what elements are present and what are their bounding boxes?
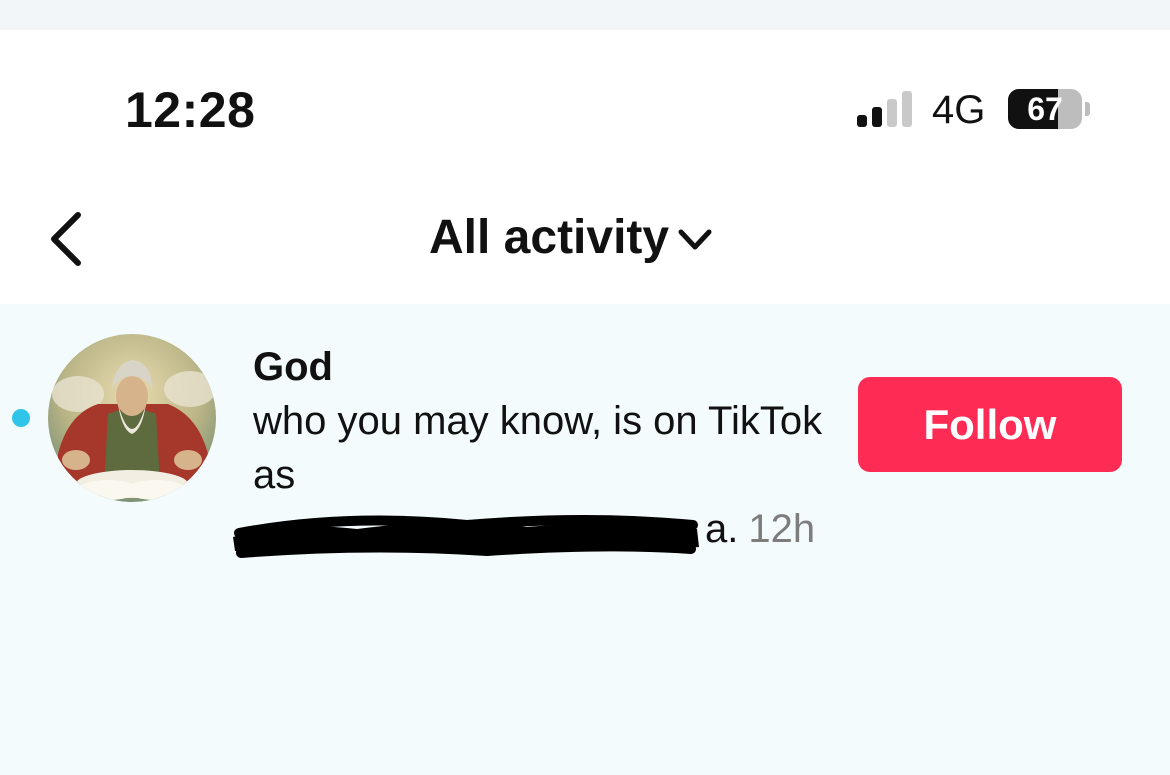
follow-button[interactable]: Follow <box>858 377 1122 472</box>
activity-handle-line: a. 12h <box>233 502 843 559</box>
avatar-painting-image <box>48 334 216 502</box>
activity-screen: 12:28 4G 67 All activity God who you may… <box>0 0 1170 775</box>
network-type: 4G <box>932 88 986 132</box>
cellular-signal-icon <box>857 91 915 127</box>
page-title: All activity <box>429 211 670 264</box>
avatar[interactable] <box>48 334 216 502</box>
battery-percent: 67 <box>1027 91 1063 127</box>
status-time: 12:28 <box>125 82 256 138</box>
back-button[interactable] <box>40 205 96 273</box>
activity-filter-dropdown[interactable]: All activity <box>429 208 713 268</box>
chevron-down-icon <box>678 229 712 250</box>
unread-indicator <box>12 409 30 427</box>
redacted-handle <box>233 511 711 559</box>
chevron-left-icon <box>51 212 81 266</box>
sender-name[interactable]: God <box>253 340 843 394</box>
redaction-scribble <box>233 515 699 559</box>
activity-message: who you may know, is on TikTok as <box>253 399 823 497</box>
top-strip <box>0 0 1170 30</box>
battery-icon: 67 <box>1008 89 1090 129</box>
timestamp: 12h <box>748 507 816 551</box>
activity-text: God who you may know, is on TikTok as a.… <box>233 340 843 559</box>
